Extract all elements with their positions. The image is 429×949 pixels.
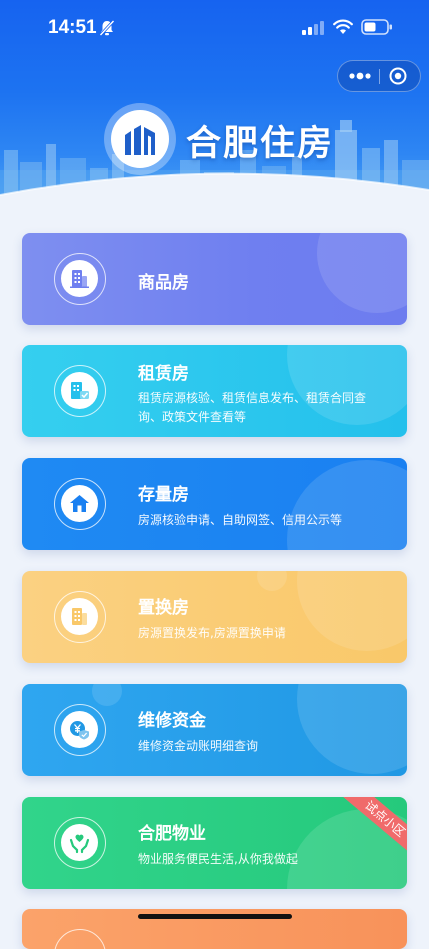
card-icon [54, 929, 106, 949]
card-description: 房源置换发布,房源置换申请 [138, 626, 286, 640]
card-decoration [92, 684, 122, 706]
card-description: 维修资金动账明细查询 [138, 739, 259, 753]
service-card-property-management[interactable]: 试点小区 合肥物业 物业服务便民生活,从你我做起 [22, 797, 407, 889]
service-card-maintenance-fund[interactable]: 维修资金 维修资金动账明细查询 [22, 684, 407, 776]
exchange-building-icon [72, 608, 87, 625]
yuan-shield-icon [70, 721, 89, 740]
home-indicator[interactable] [138, 914, 292, 919]
cellular-signal-icon [302, 21, 324, 35]
card-title: 置换房 [138, 598, 189, 618]
card-title: 商品房 [138, 273, 189, 293]
building-logo-icon [125, 125, 155, 155]
status-time: 14:51 [48, 17, 97, 38]
close-miniprogram-icon[interactable] [388, 66, 408, 86]
card-decoration [257, 571, 287, 591]
service-card-commodity-housing[interactable]: 商品房 [22, 233, 407, 325]
status-bar: 14:51 [0, 0, 429, 56]
card-icon [54, 817, 106, 869]
card-icon [54, 704, 106, 756]
more-dots-icon[interactable] [346, 68, 374, 84]
card-decoration [287, 460, 407, 550]
house-icon [70, 495, 89, 512]
wifi-icon [333, 19, 353, 34]
card-icon [54, 591, 106, 643]
hand-heart-icon [69, 834, 90, 854]
card-title: 租赁房 [138, 364, 189, 384]
battery-icon [361, 19, 392, 35]
brand-title: 合肥住房 [186, 124, 335, 164]
card-description: 物业服务便民生活,从你我做起 [138, 852, 298, 866]
rental-building-icon [71, 382, 89, 399]
capsule-divider [379, 69, 380, 84]
service-card-existing-housing[interactable]: 存量房 房源核验申请、自助网签、信用公示等 [22, 458, 407, 550]
card-icon [54, 365, 106, 417]
service-card-exchange-housing[interactable]: 置换房 房源置换发布,房源置换申请 [22, 571, 407, 663]
card-icon [54, 253, 106, 305]
card-title: 存量房 [138, 485, 189, 505]
card-icon [54, 478, 106, 530]
header-wave [0, 172, 429, 205]
card-decoration [297, 684, 407, 774]
card-title: 合肥物业 [138, 824, 206, 844]
miniprogram-capsule [337, 60, 421, 92]
card-title: 维修资金 [138, 711, 206, 731]
building-icon [70, 270, 89, 288]
bell-slash-icon [99, 19, 115, 37]
service-card-rental-housing[interactable]: 租赁房 租赁房源核验、租赁信息发布、租赁合同查询、政策文件查看等 [22, 345, 407, 437]
card-decoration [317, 233, 407, 313]
brand-logo [104, 103, 176, 175]
card-description: 租赁房源核验、租赁信息发布、租赁合同查询、政策文件查看等 [138, 391, 367, 424]
card-description: 房源核验申请、自助网签、信用公示等 [138, 513, 343, 527]
